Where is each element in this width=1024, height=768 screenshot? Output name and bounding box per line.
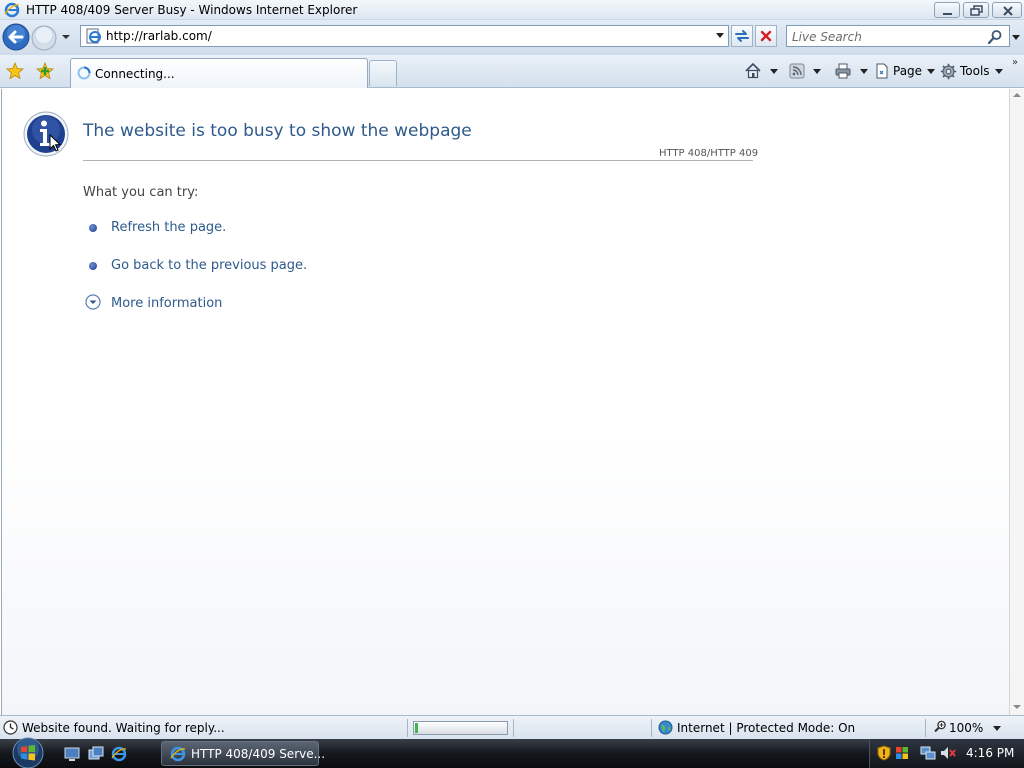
taskbar-window-label: HTTP 408/409 Serve... bbox=[191, 747, 326, 761]
restore-icon bbox=[970, 5, 983, 16]
status-divider bbox=[925, 719, 926, 737]
volume-muted-icon[interactable] bbox=[940, 745, 956, 761]
start-button[interactable] bbox=[8, 736, 48, 768]
print-button[interactable] bbox=[834, 62, 868, 80]
internet-explorer-quicklaunch-icon[interactable] bbox=[111, 746, 127, 762]
tools-menu-label: Tools bbox=[960, 64, 990, 78]
printer-icon bbox=[835, 63, 851, 79]
restore-button[interactable] bbox=[963, 2, 989, 18]
navigation-bar: http://rarlab.com/ Live Search bbox=[0, 20, 1024, 55]
status-divider bbox=[407, 719, 408, 737]
progress-bar bbox=[413, 721, 508, 735]
stop-icon bbox=[760, 30, 772, 42]
suggestions-label: What you can try: bbox=[83, 185, 199, 200]
print-dropdown-icon[interactable] bbox=[860, 68, 868, 74]
minimize-button[interactable] bbox=[934, 2, 960, 18]
error-code: HTTP 408/HTTP 409 bbox=[659, 148, 759, 159]
gear-icon bbox=[940, 63, 957, 79]
status-text: Website found. Waiting for reply... bbox=[22, 721, 225, 735]
zoom-dropdown-icon[interactable] bbox=[993, 726, 1001, 731]
more-information-link[interactable]: More information bbox=[111, 296, 222, 311]
favorites-center-icon[interactable] bbox=[6, 62, 24, 80]
refresh-page-link[interactable]: Refresh the page. bbox=[111, 220, 226, 235]
taskbar-ie-window-button[interactable]: HTTP 408/409 Serve... bbox=[161, 741, 325, 766]
rss-feed-icon bbox=[789, 63, 805, 79]
search-box[interactable]: Live Search bbox=[786, 25, 1010, 47]
bullet-icon bbox=[89, 262, 97, 270]
internet-explorer-icon bbox=[170, 746, 186, 762]
search-icon[interactable] bbox=[987, 29, 1003, 45]
loading-clock-icon bbox=[3, 720, 18, 735]
system-clock[interactable]: 4:16 PM bbox=[966, 746, 1014, 760]
command-bar: Connecting... Page Tools » bbox=[0, 55, 1024, 88]
scroll-up-arrow-icon[interactable] bbox=[1013, 93, 1021, 97]
minimize-icon bbox=[943, 13, 952, 15]
search-input[interactable]: Live Search bbox=[792, 30, 862, 44]
refresh-icon bbox=[735, 30, 749, 42]
zoom-level[interactable]: 100% bbox=[949, 721, 983, 735]
forward-button[interactable] bbox=[31, 25, 57, 51]
window-title: HTTP 408/409 Server Busy - Windows Inter… bbox=[26, 3, 358, 17]
back-button[interactable] bbox=[2, 23, 30, 51]
security-zone-text[interactable]: Internet | Protected Mode: On bbox=[677, 721, 855, 735]
home-icon bbox=[745, 62, 761, 79]
stop-button[interactable] bbox=[755, 25, 777, 47]
feeds-dropdown-icon[interactable] bbox=[813, 68, 821, 74]
page-content: The website is too busy to show the webp… bbox=[1, 89, 1009, 715]
page-menu-button[interactable]: Page bbox=[874, 62, 936, 80]
tab-active[interactable]: Connecting... bbox=[70, 58, 368, 88]
loading-spinner-icon bbox=[77, 66, 91, 80]
scroll-down-arrow-icon[interactable] bbox=[1013, 705, 1021, 709]
expand-chevron-icon[interactable] bbox=[85, 294, 101, 310]
show-desktop-icon[interactable] bbox=[64, 746, 80, 762]
search-options-dropdown[interactable] bbox=[1011, 34, 1021, 42]
tab-label: Connecting... bbox=[95, 67, 175, 81]
close-button[interactable] bbox=[992, 2, 1022, 18]
home-dropdown-icon[interactable] bbox=[770, 68, 778, 74]
page-title: The website is too busy to show the webp… bbox=[83, 121, 472, 141]
go-back-link[interactable]: Go back to the previous page. bbox=[111, 258, 307, 273]
page-menu-label: Page bbox=[893, 64, 923, 78]
page-dropdown-icon bbox=[927, 68, 936, 74]
add-to-favorites-icon[interactable] bbox=[36, 62, 54, 80]
switch-windows-icon[interactable] bbox=[88, 746, 104, 762]
tools-menu-button[interactable]: Tools bbox=[940, 62, 1003, 80]
page-icon bbox=[876, 63, 888, 79]
notification-area: 4:16 PM bbox=[869, 739, 1024, 768]
windows-update-icon[interactable] bbox=[894, 745, 910, 761]
info-icon bbox=[23, 111, 69, 157]
security-shield-icon[interactable] bbox=[876, 745, 892, 761]
status-bar: Website found. Waiting for reply... Inte… bbox=[0, 715, 1024, 739]
refresh-button[interactable] bbox=[731, 25, 753, 47]
new-tab-button[interactable] bbox=[369, 60, 397, 86]
feeds-button[interactable] bbox=[789, 62, 821, 80]
bullet-icon bbox=[89, 224, 97, 232]
chevron-more-icon[interactable]: » bbox=[1012, 57, 1018, 68]
recent-pages-dropdown[interactable] bbox=[60, 32, 72, 42]
address-input[interactable]: http://rarlab.com/ bbox=[106, 29, 212, 43]
address-bar[interactable]: http://rarlab.com/ bbox=[80, 25, 729, 47]
network-icon[interactable] bbox=[920, 745, 936, 761]
page-loading-icon bbox=[86, 28, 101, 44]
status-divider bbox=[651, 719, 652, 737]
taskbar: HTTP 408/409 Serve... 4:16 PM bbox=[0, 736, 1024, 768]
status-divider bbox=[513, 719, 514, 737]
zoom-icon[interactable] bbox=[934, 720, 947, 733]
title-divider bbox=[83, 160, 753, 161]
title-bar: HTTP 408/409 Server Busy - Windows Inter… bbox=[0, 0, 1024, 20]
close-icon bbox=[1003, 6, 1013, 16]
home-button[interactable] bbox=[744, 62, 778, 80]
internet-zone-globe-icon[interactable] bbox=[658, 720, 673, 735]
progress-fill bbox=[415, 723, 418, 733]
tools-dropdown-icon bbox=[994, 68, 1003, 74]
vertical-scrollbar[interactable] bbox=[1009, 89, 1024, 715]
address-dropdown-icon[interactable] bbox=[715, 32, 725, 40]
internet-explorer-icon bbox=[4, 2, 20, 18]
